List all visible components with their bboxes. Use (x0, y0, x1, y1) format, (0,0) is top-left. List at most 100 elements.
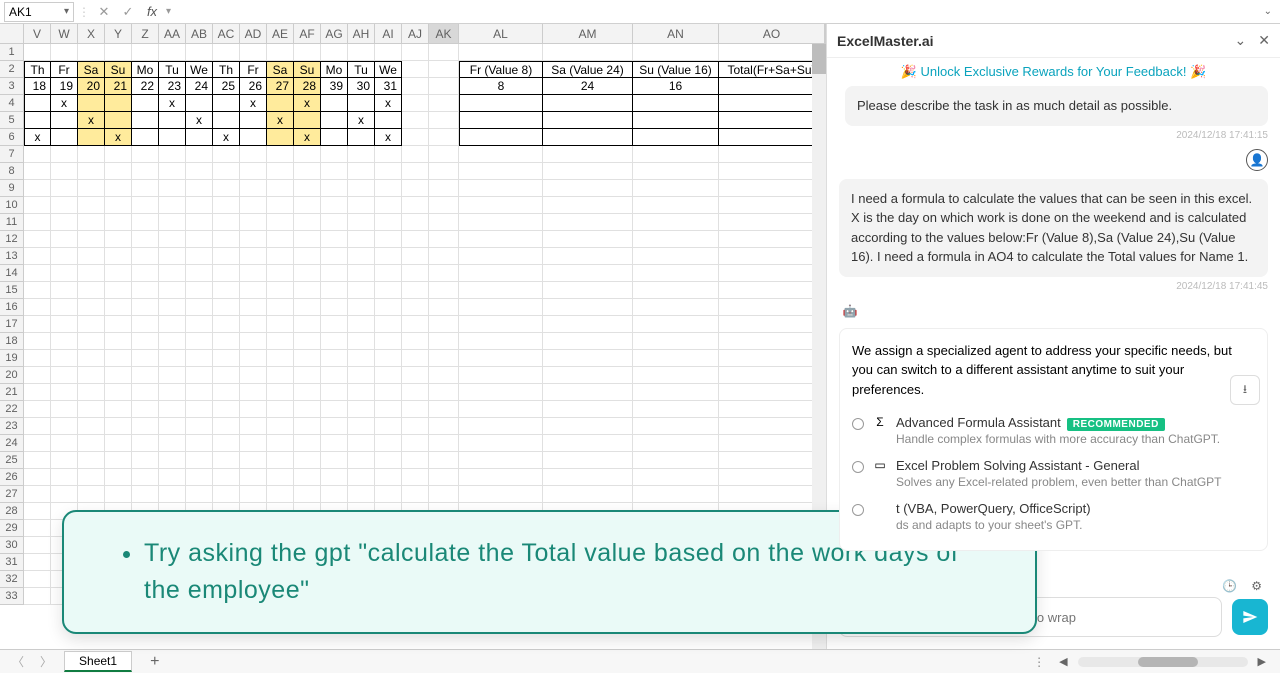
cell[interactable] (402, 384, 429, 401)
cell[interactable] (51, 112, 78, 129)
cell[interactable] (159, 112, 186, 129)
cell[interactable] (213, 367, 240, 384)
cell[interactable] (429, 435, 459, 452)
cell[interactable] (240, 333, 267, 350)
cell[interactable] (402, 452, 429, 469)
cell[interactable] (51, 265, 78, 282)
row-header[interactable]: 2 (0, 61, 24, 78)
cell[interactable] (719, 367, 825, 384)
cell[interactable] (213, 316, 240, 333)
cell[interactable] (24, 197, 51, 214)
cell[interactable] (105, 452, 132, 469)
cell[interactable] (267, 435, 294, 452)
cell[interactable]: Sa (Value 24) (543, 61, 633, 78)
cell[interactable] (633, 197, 719, 214)
cell[interactable] (51, 435, 78, 452)
cell[interactable] (719, 146, 825, 163)
cell[interactable] (543, 486, 633, 503)
cell[interactable] (240, 486, 267, 503)
cell[interactable] (105, 367, 132, 384)
row-header[interactable]: 15 (0, 282, 24, 299)
cell[interactable] (132, 214, 159, 231)
cell[interactable]: 30 (348, 78, 375, 95)
cell[interactable] (375, 44, 402, 61)
cell[interactable]: x (375, 129, 402, 146)
cell[interactable] (375, 418, 402, 435)
cell[interactable] (402, 129, 429, 146)
cell[interactable] (78, 197, 105, 214)
cell[interactable] (321, 384, 348, 401)
cell[interactable] (348, 282, 375, 299)
cell[interactable] (51, 333, 78, 350)
cell[interactable] (51, 146, 78, 163)
cell[interactable] (348, 384, 375, 401)
cell[interactable] (633, 265, 719, 282)
cell[interactable] (159, 214, 186, 231)
radio-icon[interactable] (852, 504, 864, 516)
cell[interactable] (267, 197, 294, 214)
cell[interactable] (429, 401, 459, 418)
cell[interactable] (51, 401, 78, 418)
cell[interactable]: 22 (132, 78, 159, 95)
cell[interactable] (348, 452, 375, 469)
cell[interactable] (24, 418, 51, 435)
cell[interactable] (375, 146, 402, 163)
cell[interactable] (51, 282, 78, 299)
cell[interactable] (213, 333, 240, 350)
cell[interactable] (294, 469, 321, 486)
cell[interactable]: x (213, 129, 240, 146)
cell[interactable] (719, 418, 825, 435)
cell[interactable]: x (348, 112, 375, 129)
cell[interactable] (24, 333, 51, 350)
cell[interactable] (105, 112, 132, 129)
cell[interactable] (719, 44, 825, 61)
cell[interactable] (213, 452, 240, 469)
cell[interactable] (719, 282, 825, 299)
cell[interactable] (240, 146, 267, 163)
cell[interactable] (375, 333, 402, 350)
row-header[interactable]: 31 (0, 554, 24, 571)
cell[interactable] (159, 452, 186, 469)
cell[interactable] (429, 112, 459, 129)
cell[interactable]: Total(Fr+Sa+Su) (719, 61, 825, 78)
cell[interactable] (24, 384, 51, 401)
cell[interactable]: x (294, 129, 321, 146)
sheet-tab[interactable]: Sheet1 (64, 651, 132, 672)
cell[interactable] (348, 248, 375, 265)
cell[interactable] (459, 384, 543, 401)
cell[interactable] (24, 146, 51, 163)
add-sheet-button[interactable]: + (140, 653, 169, 671)
cell[interactable] (402, 401, 429, 418)
cell[interactable] (51, 197, 78, 214)
cell[interactable] (429, 61, 459, 78)
cell[interactable] (633, 214, 719, 231)
cell[interactable] (402, 44, 429, 61)
cell[interactable]: Fr (240, 61, 267, 78)
cell[interactable] (321, 265, 348, 282)
cell[interactable] (348, 418, 375, 435)
row-header[interactable]: 3 (0, 78, 24, 95)
cell[interactable] (267, 401, 294, 418)
cell[interactable] (267, 214, 294, 231)
cell[interactable] (105, 197, 132, 214)
cell[interactable] (213, 486, 240, 503)
cell[interactable] (267, 469, 294, 486)
cell[interactable] (240, 350, 267, 367)
horizontal-scrollbar[interactable]: ◀ ▶ (1053, 655, 1272, 668)
cell[interactable] (348, 214, 375, 231)
cell[interactable] (105, 231, 132, 248)
cell[interactable] (159, 469, 186, 486)
cell[interactable] (267, 265, 294, 282)
cell[interactable] (132, 282, 159, 299)
cell[interactable] (348, 197, 375, 214)
cell[interactable] (213, 265, 240, 282)
cell[interactable] (213, 180, 240, 197)
cell[interactable] (24, 571, 51, 588)
cell[interactable] (402, 95, 429, 112)
cell[interactable] (186, 146, 213, 163)
cell[interactable] (267, 248, 294, 265)
cell[interactable] (719, 197, 825, 214)
cell[interactable] (719, 163, 825, 180)
cell[interactable] (429, 367, 459, 384)
cell[interactable] (105, 469, 132, 486)
